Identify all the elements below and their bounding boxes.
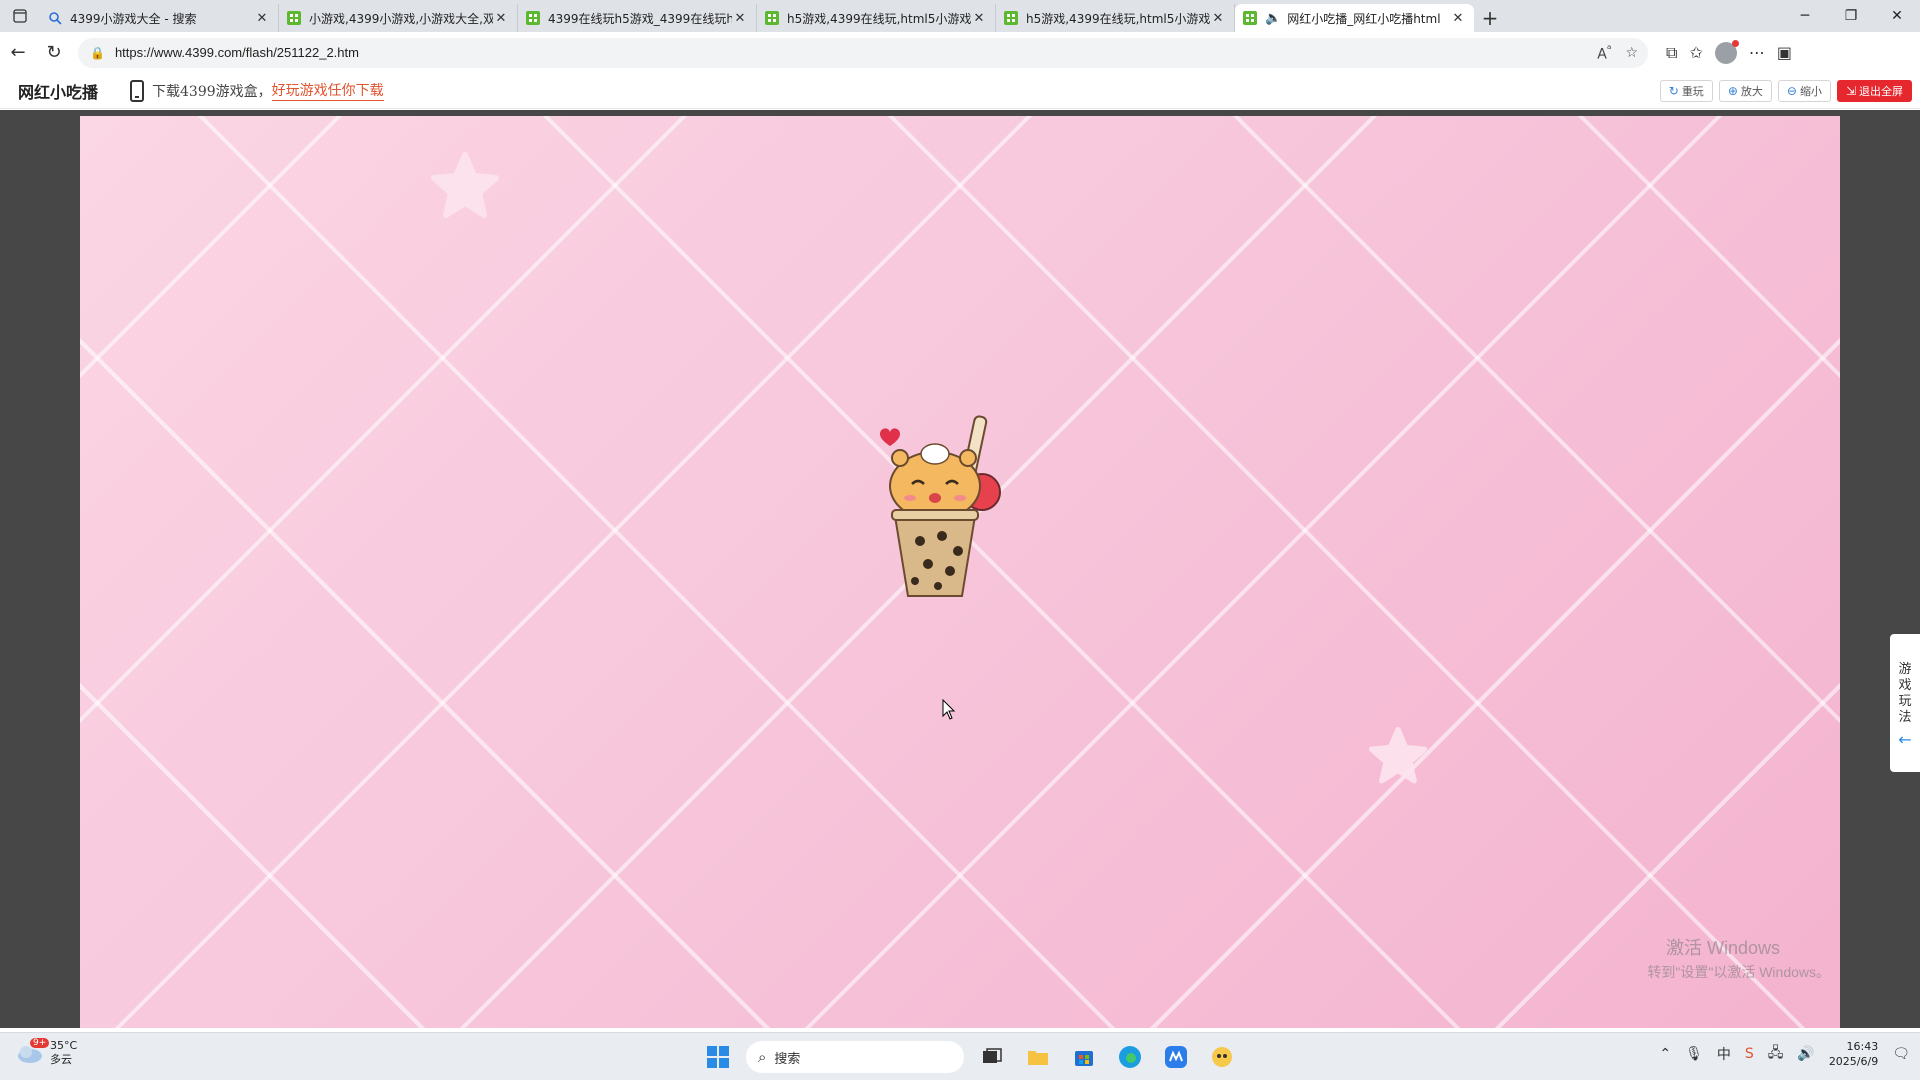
- minimize-icon[interactable]: ─: [1782, 0, 1828, 32]
- 4399-icon: [526, 11, 540, 25]
- search-icon: [49, 12, 62, 25]
- search-icon: ⌕: [758, 1048, 767, 1066]
- browser-tab[interactable]: h5游戏,4399在线玩,html5小游戏, ✕: [996, 4, 1235, 32]
- site-header: 网红小吃播 下载4399游戏盒， 好玩游戏任你下载 ↻ 重玩 ⊕ 放大 ⊖ 缩小 ⇲ 退…: [0, 73, 1920, 109]
- tab-close-icon[interactable]: ✕: [732, 11, 748, 26]
- exit-fullscreen-button[interactable]: ⇲ 退出全屏: [1836, 80, 1912, 102]
- tab-title: 网红小吃播_网红小吃播html: [1287, 11, 1441, 26]
- weather-cloud-icon: 9+: [16, 1038, 50, 1064]
- edge-browser-icon[interactable]: [1112, 1039, 1148, 1075]
- close-window-icon[interactable]: ✕: [1874, 0, 1920, 32]
- browser-tab[interactable]: 小游戏,4399小游戏,小游戏大全,双 ✕: [279, 4, 518, 32]
- tab-title: 小游戏,4399小游戏,小游戏大全,双: [309, 11, 493, 26]
- favorite-star-icon[interactable]: ☆: [1625, 45, 1638, 61]
- tab-close-icon[interactable]: ✕: [1450, 11, 1466, 26]
- star-decoration-icon: [431, 152, 499, 218]
- store-icon[interactable]: [1066, 1039, 1102, 1075]
- window-controls: ─ ❐ ✕: [1782, 0, 1920, 32]
- taskbar-apps: ⌕ 搜索: [700, 1039, 1240, 1075]
- task-view-icon[interactable]: [974, 1039, 1010, 1075]
- phone-icon: [130, 79, 145, 102]
- address-bar: ← ↻ 🔒 https://www.4399.com/flash/251122_…: [0, 32, 1920, 73]
- mouse-cursor-icon: [942, 699, 956, 720]
- 4399-icon: [287, 11, 301, 25]
- tab-close-icon[interactable]: ✕: [1210, 11, 1226, 26]
- notification-dot: [1731, 39, 1739, 47]
- tab-actions-icon[interactable]: [0, 0, 40, 32]
- download-text: 下载4399游戏盒，: [152, 83, 272, 100]
- taskbar-search[interactable]: ⌕ 搜索: [746, 1041, 964, 1073]
- app-mascot-icon[interactable]: [1204, 1039, 1240, 1075]
- bubble-tea-hamster-mascot[interactable]: [870, 406, 1020, 606]
- tab-title: h5游戏,4399在线玩,html5小游戏,: [1026, 11, 1210, 26]
- browser-tab[interactable]: h5游戏,4399在线玩,html5小游戏, ✕: [757, 4, 996, 32]
- refresh-icon[interactable]: ↻: [36, 35, 72, 71]
- volume-icon[interactable]: 🔊: [1797, 1046, 1814, 1062]
- sidebar-toggle-icon[interactable]: ▣: [1777, 43, 1792, 62]
- extensions-icon[interactable]: ⧉: [1666, 43, 1677, 63]
- microphone-icon[interactable]: 🎙: [1685, 1046, 1703, 1062]
- restore-icon[interactable]: ❐: [1828, 0, 1874, 32]
- tab-close-icon[interactable]: ✕: [971, 11, 987, 26]
- chevron-up-icon[interactable]: ⌃: [1659, 1046, 1671, 1062]
- tab-close-icon[interactable]: ✕: [254, 11, 270, 26]
- system-tray: ⌃ 🎙 中 S 🖧 🔊 16:43 2025/6/9 🗨: [1659, 1039, 1910, 1069]
- weather-temp: 35°C: [50, 1039, 78, 1052]
- zoom-in-button[interactable]: ⊕ 放大: [1718, 80, 1772, 102]
- clock[interactable]: 16:43 2025/6/9: [1829, 1039, 1878, 1069]
- replay-button[interactable]: ↻ 重玩: [1659, 80, 1713, 102]
- zoom-in-icon: ⊕: [1727, 84, 1738, 98]
- windows-start-icon[interactable]: [700, 1039, 736, 1075]
- url-field[interactable]: 🔒 https://www.4399.com/flash/251122_2.ht…: [78, 37, 1648, 68]
- tab-title: 4399在线玩h5游戏_4399在线玩h: [548, 11, 732, 26]
- 4399-icon: [1004, 11, 1018, 25]
- favorites-icon[interactable]: ✩: [1689, 43, 1702, 62]
- windows-watermark-title: 激活 Windows: [1665, 938, 1780, 958]
- weather-badge: 9+: [30, 1038, 50, 1048]
- download-link[interactable]: 好玩游戏任你下载: [271, 80, 384, 101]
- game-container: 激活 Windows 转到"设置"以激活 Windows。 游 戏 玩 法 ←: [0, 110, 1920, 1028]
- browser-tab-active[interactable]: 🔈 网红小吃播_网红小吃播html ✕: [1235, 4, 1474, 32]
- back-icon[interactable]: ←: [0, 35, 36, 71]
- file-explorer-icon[interactable]: [1020, 1039, 1056, 1075]
- new-tab-button[interactable]: +: [1474, 4, 1506, 32]
- lock-icon[interactable]: 🔒: [90, 46, 105, 60]
- ime-indicator[interactable]: 中: [1717, 1044, 1731, 1064]
- game-help-tab[interactable]: 游 戏 玩 法 ←: [1890, 634, 1920, 772]
- game-title: 网红小吃播: [18, 82, 99, 102]
- 4399-icon: [1243, 11, 1257, 25]
- tab-title: h5游戏,4399在线玩,html5小游戏,: [787, 11, 971, 26]
- more-menu-icon[interactable]: ⋯: [1749, 43, 1765, 62]
- star-decoration-icon: [1368, 726, 1428, 784]
- 4399-icon: [765, 11, 779, 25]
- tab-title: 4399小游戏大全 - 搜索: [70, 11, 197, 26]
- game-canvas[interactable]: 激活 Windows 转到"设置"以激活 Windows。: [80, 116, 1840, 1028]
- tab-close-icon[interactable]: ✕: [493, 11, 509, 26]
- network-icon[interactable]: 🖧: [1768, 1042, 1784, 1066]
- windows-watermark-subtitle: 转到"设置"以激活 Windows。: [1647, 964, 1830, 980]
- speaker-icon[interactable]: 🔈: [1265, 11, 1281, 26]
- taskbar: 9+ 35°C 多云 ⌕ 搜索 ⌃ 🎙 中 S 🖧 🔊 16:43 2025/6…: [0, 1032, 1920, 1080]
- app-m-icon[interactable]: [1158, 1039, 1194, 1075]
- replay-icon: ↻: [1668, 84, 1679, 98]
- weather-widget[interactable]: 9+ 35°C 多云: [16, 1038, 78, 1067]
- browser-tab[interactable]: 4399小游戏大全 - 搜索 ✕: [40, 4, 279, 32]
- browser-tab[interactable]: 4399在线玩h5游戏_4399在线玩h ✕: [518, 4, 757, 32]
- zoom-out-icon: ⊖: [1786, 84, 1797, 98]
- notification-icon[interactable]: 🗨: [1892, 1046, 1910, 1062]
- arrow-left-icon: ←: [1898, 730, 1912, 749]
- profile-avatar[interactable]: [1714, 39, 1739, 64]
- url-text[interactable]: https://www.4399.com/flash/251122_2.htm: [115, 45, 359, 60]
- read-aloud-icon[interactable]: Aᵃ: [1597, 42, 1611, 63]
- tab-strip: 4399小游戏大全 - 搜索 ✕ 小游戏,4399小游戏,小游戏大全,双 ✕ 4…: [0, 0, 1920, 32]
- zoom-out-button[interactable]: ⊖ 缩小: [1777, 80, 1831, 102]
- exit-icon: ⇲: [1845, 84, 1856, 98]
- app-tray-icon[interactable]: S: [1745, 1046, 1754, 1062]
- weather-desc: 多云: [50, 1053, 72, 1066]
